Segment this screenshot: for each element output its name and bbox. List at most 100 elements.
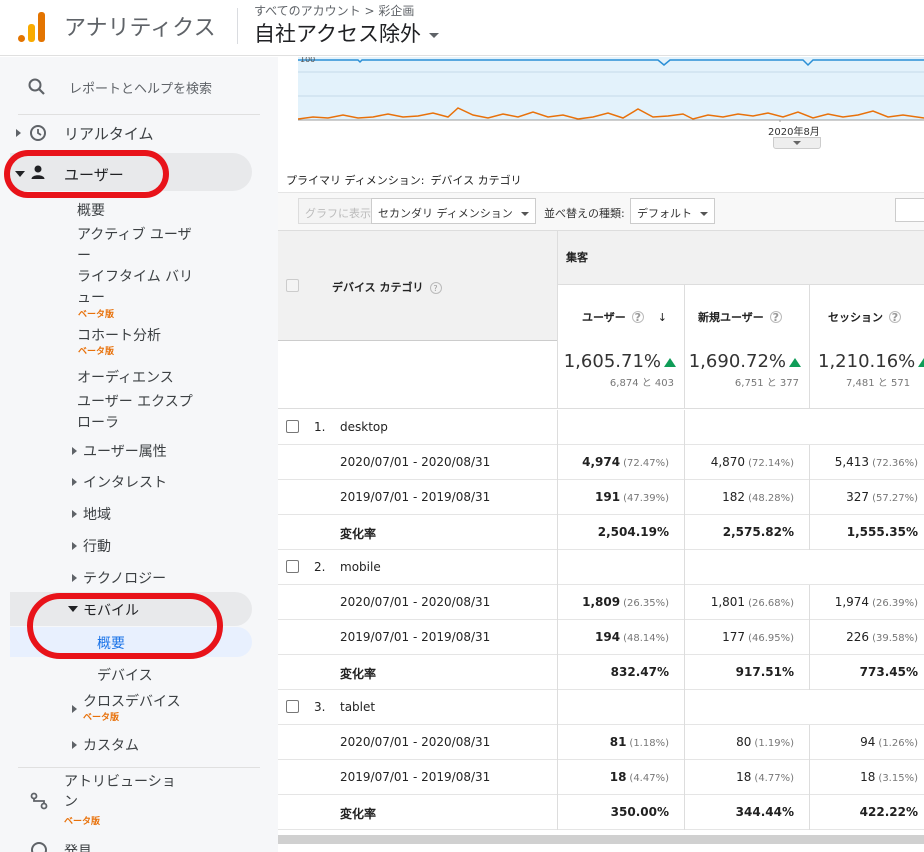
primary-dimension-value[interactable]: デバイス カテゴリ	[430, 174, 521, 187]
report-search[interactable]: レポートとヘルプを検索	[0, 69, 264, 105]
metric-share: (26.35%)	[623, 598, 669, 609]
horizontal-scrollbar[interactable]	[278, 835, 924, 844]
metric-cell: 350.00%	[611, 805, 669, 819]
row-checkbox[interactable]	[286, 560, 299, 573]
metric-value: 5,413	[834, 455, 870, 469]
sidebar-item-label: 行動	[83, 539, 111, 555]
metric-cell: 2,504.19%	[598, 525, 669, 539]
dimension-column-header[interactable]: デバイス カテゴリ?	[332, 279, 442, 295]
caret-down-icon	[428, 32, 439, 38]
metric-value: 422.22%	[859, 805, 918, 819]
discover-icon	[31, 842, 47, 852]
metric-share: (26.68%)	[748, 598, 794, 609]
metric-cell: 18 (4.47%)	[610, 770, 669, 784]
metric-cell: 18 (4.77%)	[736, 770, 794, 784]
top-header: アナリティクス すべてのアカウント > 彩企画 自社アクセス除外	[0, 0, 924, 56]
expand-right-icon	[72, 447, 77, 455]
row-label: 2020/07/01 - 2020/08/31	[340, 455, 491, 469]
column-divider	[684, 445, 685, 480]
plot-rows-button[interactable]: グラフに表示	[298, 198, 378, 224]
metric-cell: 18 (3.15%)	[860, 770, 918, 784]
new-users-column-header[interactable]: 新規ユーザー?	[684, 284, 809, 342]
sidebar-item-technology[interactable]: テクノロジー	[0, 568, 262, 588]
row-index: 3.	[314, 700, 326, 714]
metric-cell: 226 (39.58%)	[846, 630, 918, 644]
sidebar-item-geo[interactable]: 地域	[0, 504, 262, 524]
row-label: 2019/07/01 - 2019/08/31	[340, 490, 491, 504]
sidebar-item-discover[interactable]: 発見	[0, 841, 262, 852]
sidebar-item-lifetime-value[interactable]: ライフタイム バリ ュー ベータ版	[77, 267, 257, 320]
sidebar-item-cohort[interactable]: コホート分析 ベータ版	[77, 325, 257, 357]
primary-dimension-label: プライマリ ディメンション:	[286, 174, 425, 187]
help-icon[interactable]: ?	[429, 282, 442, 294]
column-divider	[684, 410, 685, 445]
column-divider	[809, 795, 810, 830]
expand-right-icon	[72, 741, 77, 749]
view-selector[interactable]: 自社アクセス除外	[254, 18, 439, 48]
users-column-header[interactable]: ユーザー? ↓	[557, 284, 684, 342]
sidebar-item-interests[interactable]: インタレスト	[0, 472, 262, 492]
metric-share: (57.27%)	[872, 493, 918, 504]
device-category-link[interactable]: tablet	[340, 700, 375, 714]
chart-toggle-button[interactable]	[773, 137, 821, 149]
sidebar-item-behavior[interactable]: 行動	[0, 536, 262, 556]
sidebar-item-cross-device[interactable]: クロスデバイス ベータ版	[0, 691, 262, 723]
help-icon: ?	[631, 311, 644, 323]
sidebar-item-custom[interactable]: カスタム	[0, 735, 262, 755]
timeline-chart[interactable]: 100	[298, 57, 924, 122]
sidebar-item-audience[interactable]: オーディエンス	[77, 367, 257, 387]
account-breadcrumb[interactable]: すべてのアカウント > 彩企画	[254, 2, 414, 19]
metric-value: 773.45%	[859, 665, 918, 679]
secondary-dimension-dropdown[interactable]: セカンダリ ディメンション	[371, 198, 536, 224]
metric-share: (72.47%)	[623, 458, 669, 469]
metric-cell: 832.47%	[611, 665, 669, 679]
expand-right-icon	[72, 574, 77, 582]
sessions-column-header[interactable]: セッション?	[809, 284, 924, 342]
summary-new-users: 1,690.72% 6,751 と 377	[684, 341, 809, 409]
sidebar-item-overview[interactable]: 概要	[77, 200, 257, 220]
sidebar-item-label: ライフタイム バリ	[77, 269, 194, 285]
sidebar-item-attribution[interactable]: アトリビューショ ン ベータ版	[0, 772, 262, 828]
metric-cell: 1,801 (26.68%)	[711, 595, 794, 609]
metric-value: 18	[609, 770, 627, 784]
column-divider	[684, 480, 685, 515]
metric-value: 832.47%	[610, 665, 669, 679]
table-search-input[interactable]	[895, 198, 924, 222]
row-checkbox[interactable]	[286, 420, 299, 433]
sidebar: レポートとヘルプを検索 リアルタイム ユーザー 概要 アクティブ ユーザ ー ラ…	[0, 57, 278, 852]
sidebar-item-demographics[interactable]: ユーザー属性	[0, 441, 262, 461]
sidebar-item-label: インタレスト	[83, 475, 167, 491]
sidebar-item-mobile-devices[interactable]: デバイス	[97, 665, 247, 685]
table-row: 変化率 350.00% 344.44% 422.22%	[278, 795, 924, 830]
column-divider	[809, 760, 810, 795]
group-row[interactable]: 3. tablet	[278, 690, 924, 725]
sidebar-item-user-explorer[interactable]: ユーザー エクスプ ローラ	[77, 392, 257, 434]
column-divider	[684, 585, 685, 620]
sidebar-item-active-users[interactable]: アクティブ ユーザ ー	[77, 225, 257, 267]
sidebar-item-label: テクノロジー	[83, 571, 167, 587]
column-divider	[684, 795, 685, 830]
sidebar-item-realtime[interactable]: リアルタイム	[0, 123, 262, 143]
summary-sessions: 1,210.16% 7,481 と 571	[809, 341, 924, 409]
table-row: 2019/07/01 - 2019/08/31 194 (48.14%) 177 (46…	[278, 620, 924, 655]
metric-share: (46.95%)	[748, 633, 794, 644]
metric-value: 18	[736, 770, 752, 784]
caret-down-icon	[520, 212, 529, 216]
summary-row: 1,605.71% 6,874 と 403 1,690.72% 6,751 と …	[278, 341, 924, 409]
metric-cell: 194 (48.14%)	[595, 630, 669, 644]
metric-cell: 182 (48.28%)	[722, 490, 794, 504]
x-tick-label: 2020年8月	[768, 127, 820, 138]
row-checkbox[interactable]	[286, 700, 299, 713]
sort-type-dropdown[interactable]: デフォルト	[630, 198, 715, 224]
device-category-link[interactable]: mobile	[340, 560, 381, 574]
group-row[interactable]: 1. desktop	[278, 410, 924, 445]
select-all-checkbox[interactable]	[286, 279, 299, 292]
analytics-logo-icon[interactable]	[18, 10, 48, 42]
expand-right-icon	[16, 129, 21, 137]
device-category-link[interactable]: desktop	[340, 420, 388, 434]
column-header-label: デバイス カテゴリ	[332, 281, 424, 294]
metric-share: (48.28%)	[748, 493, 794, 504]
summary-comparison: 7,481 と 571	[846, 378, 911, 389]
group-row[interactable]: 2. mobile	[278, 550, 924, 585]
column-divider	[684, 620, 685, 655]
